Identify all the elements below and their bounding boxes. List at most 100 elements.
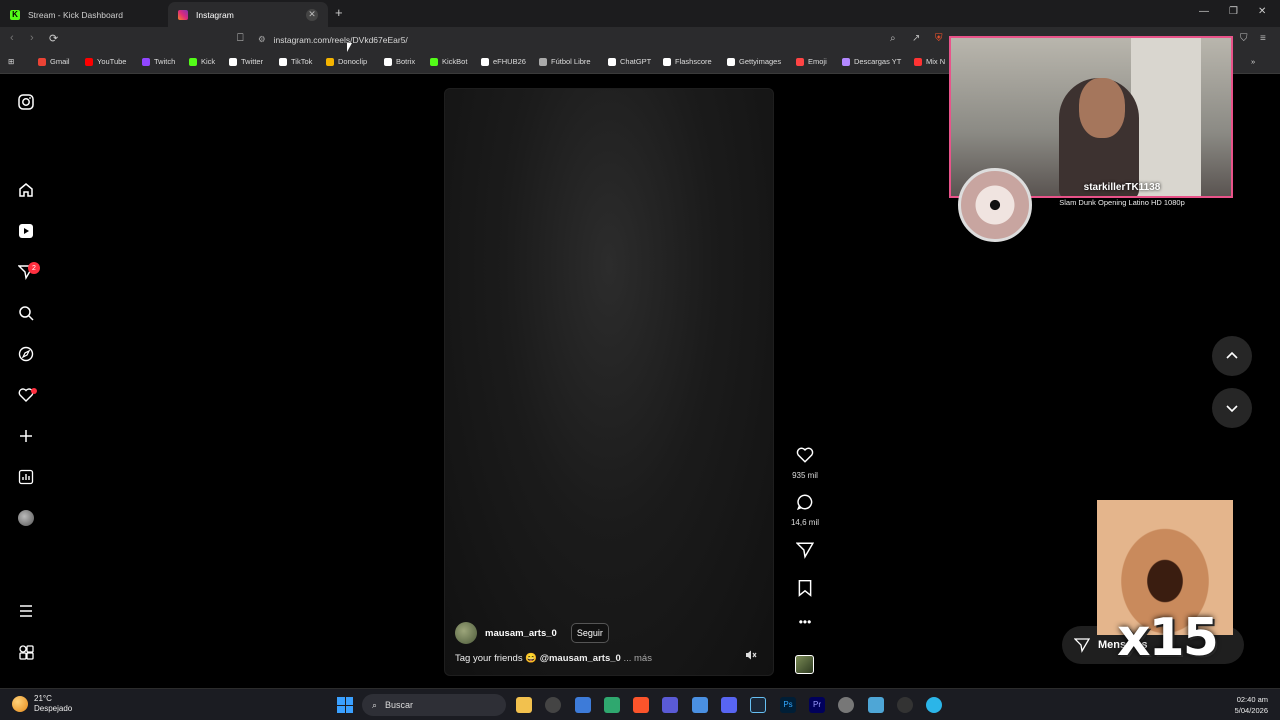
create-plus-icon[interactable] [17,427,35,445]
previous-reel-button[interactable] [1212,336,1252,376]
apps-grid-icon[interactable]: ⊞ [8,57,14,66]
search-icon[interactable] [17,304,35,322]
bookmark-item[interactable]: Kick [189,57,215,66]
bookmark-item[interactable]: TikTok [279,57,312,66]
save-action[interactable] [790,579,820,602]
bookmark-label: KickBot [442,57,468,66]
bookmark-item[interactable]: Descargas YT [842,57,901,66]
url-text: instagram.com/reels/DVkd67eEar5/ [273,34,408,45]
share-action[interactable] [790,541,820,564]
next-reel-button[interactable] [1212,388,1252,428]
system-clock[interactable]: 02:40 am 5/04/2026 [1222,694,1268,716]
bookmark-save-icon[interactable] [796,579,814,597]
notepad-icon[interactable] [868,697,884,713]
bookmark-favicon-icon [608,57,616,66]
brave-browser-icon[interactable] [633,697,649,713]
original-audio-thumbnail[interactable] [795,655,814,674]
bookmark-item[interactable]: Fútbol Libre [539,57,591,66]
app-icon-6[interactable] [662,697,678,713]
bookmarks-overflow-icon[interactable]: » [1251,57,1255,66]
settings-icon[interactable] [838,697,854,713]
bookmark-label: eFHUB26 [493,57,526,66]
bookmark-item[interactable]: Twitter [229,57,263,66]
bookmark-item[interactable]: Donoclip [326,57,367,66]
author-avatar[interactable] [455,622,477,644]
instagram-logo-icon[interactable] [17,93,35,111]
mute-icon[interactable] [745,648,757,666]
mouse-cursor [347,43,352,52]
new-tab-button[interactable]: + [335,5,343,20]
steam-icon[interactable] [750,697,766,713]
close-tab-icon[interactable]: ✕ [306,8,318,21]
menu-icon[interactable]: ≡ [1260,33,1266,44]
kick-icon: K [10,9,20,20]
premiere-icon[interactable]: Pr [809,697,825,713]
browser-tab-strip: K Stream - Kick Dashboard Instagram ✕ + … [0,0,1280,27]
app-icon-3[interactable] [575,697,591,713]
file-explorer-icon[interactable] [516,697,532,713]
forward-icon[interactable]: › [30,32,34,44]
media-player-icon[interactable] [897,697,913,713]
bookmark-item[interactable]: Botrix [384,57,415,66]
address-bar[interactable]: ⚙ instagram.com/reels/DVkd67eEar5/ [258,30,948,49]
bookmark-item[interactable]: Mix N [914,57,945,66]
calculator-icon[interactable] [692,697,708,713]
chatgpt-app-icon[interactable] [545,697,561,713]
search-icon: ⌕ [372,699,378,710]
bookmark-label: Gettyimages [739,57,782,66]
reels-icon[interactable] [17,222,35,240]
edge-icon[interactable] [926,697,942,713]
reload-icon[interactable]: ⟳ [49,32,58,45]
close-window-icon[interactable]: ✕ [1258,6,1266,17]
bookmark-item[interactable]: eFHUB26 [481,57,526,66]
bookmark-item[interactable]: Gmail [38,57,70,66]
bookmark-item[interactable]: Flashscore [663,57,712,66]
reel-video[interactable] [444,88,774,676]
share-paper-plane-icon[interactable] [795,541,815,559]
more-options-icon[interactable]: ••• [790,615,820,629]
like-action[interactable]: 935 mil [790,446,820,480]
windows-start-icon[interactable] [337,697,353,713]
vpn-icon[interactable]: ⛉ [1240,33,1248,44]
bookmark-page-icon[interactable]: ⎕ [237,32,244,45]
weather-widget[interactable]: 21°C Despejado [12,694,72,714]
discord-icon[interactable] [721,697,737,713]
bookmark-favicon-icon [914,57,922,66]
minimize-icon[interactable]: — [1199,6,1209,17]
photoshop-icon[interactable]: Ps [780,697,796,713]
restore-icon[interactable]: ❐ [1229,6,1238,17]
app-icon-4[interactable] [604,697,620,713]
reel-author: mausam_arts_0 Seguir [455,622,609,644]
dashboard-icon[interactable] [17,468,35,486]
back-icon[interactable]: ‹ [10,32,14,44]
bookmark-item[interactable]: Emoji [796,57,827,66]
caption-more-link[interactable]: ... más [623,653,652,664]
bookmark-item[interactable]: Twitch [142,57,175,66]
bookmark-favicon-icon [663,57,671,66]
author-username[interactable]: mausam_arts_0 [485,628,557,639]
notifications-badge: 2 [28,262,40,274]
explore-icon[interactable] [17,345,35,363]
more-menu-icon[interactable] [17,602,35,620]
comment-action[interactable]: 14,6 mil [790,493,820,527]
bookmark-favicon-icon [430,57,438,66]
taskbar-search[interactable]: ⌕ Buscar [362,694,506,716]
site-settings-icon[interactable]: ⚙ [258,34,266,45]
home-icon[interactable] [17,181,35,199]
brave-shields-icon[interactable]: ⛨ [935,33,943,44]
comment-bubble-icon[interactable] [796,493,814,511]
tab-kick-dashboard[interactable]: K Stream - Kick Dashboard [0,2,168,27]
bookmark-item[interactable]: KickBot [430,57,467,66]
tab-instagram[interactable]: Instagram ✕ [168,2,328,27]
share-icon[interactable]: ↗ [912,33,920,44]
also-from-meta-icon[interactable] [17,643,35,661]
bookmark-favicon-icon [539,57,547,66]
bookmark-item[interactable]: ChatGPT [608,57,651,66]
bookmark-item[interactable]: YouTube [85,57,126,66]
caption-mention[interactable]: @mausam_arts_0 [540,653,621,664]
like-heart-icon[interactable] [796,446,814,464]
zoom-icon[interactable]: ⌕ [890,33,896,44]
profile-avatar[interactable] [17,509,35,527]
follow-button[interactable]: Seguir [570,623,609,643]
bookmark-item[interactable]: Gettyimages [727,57,781,66]
